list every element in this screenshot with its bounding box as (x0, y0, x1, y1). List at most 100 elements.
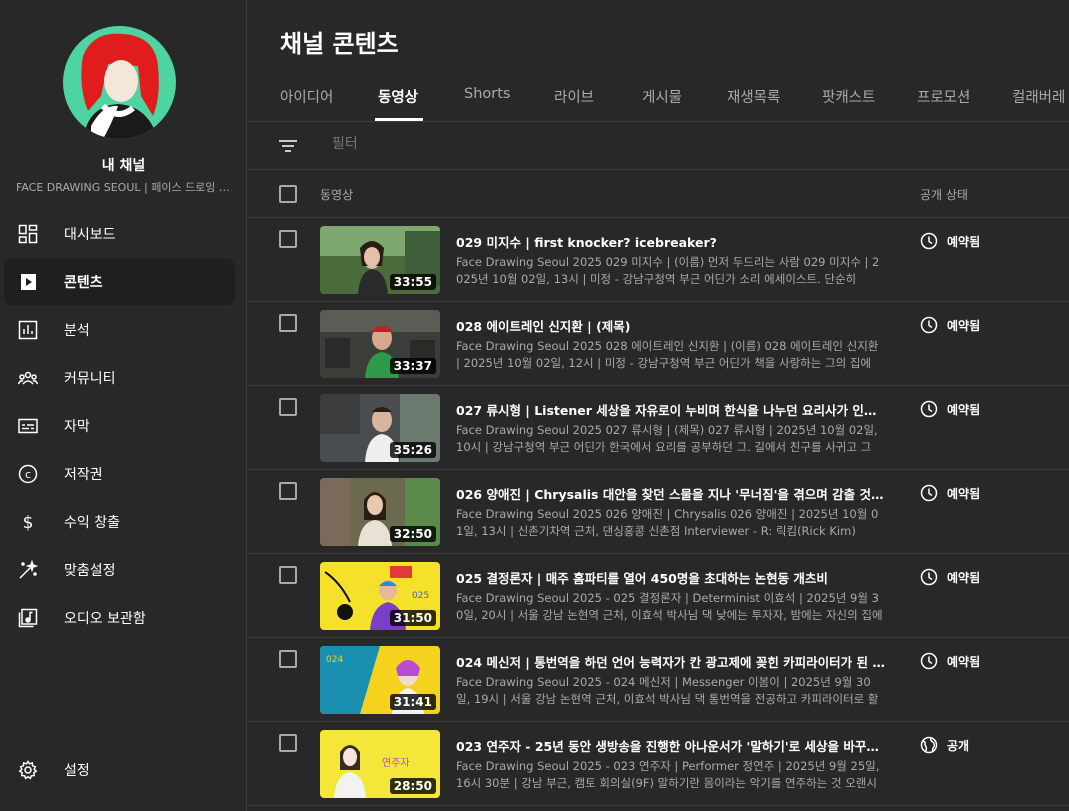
sidebar-item-label: 저작권 (64, 467, 103, 483)
video-title[interactable]: 029 미지수 | first knocker? icebreaker? (456, 232, 886, 251)
video-thumbnail[interactable]: 024 31:41 (320, 646, 440, 714)
select-all-checkbox[interactable] (279, 185, 297, 203)
row-checkbox[interactable] (279, 398, 297, 416)
page-title: 채널 콘텐츠 (280, 30, 399, 58)
video-title[interactable]: 024 메신저 | 통번역을 하던 언어 능력자가 칸 광고제에 꽂힌 카피라이… (456, 652, 886, 671)
sidebar: 내 채널 FACE DRAWING SEOUL | 페이스 드로잉 서울 대시보… (0, 0, 247, 811)
sidebar-item-copyright[interactable]: c 저작권 (4, 451, 235, 497)
tab-shorts[interactable]: Shorts (464, 86, 510, 102)
sidebar-item-label: 수익 창출 (64, 515, 120, 531)
filter-bar (248, 122, 1069, 170)
visibility-status[interactable]: 공개 (920, 736, 969, 754)
svg-text:025: 025 (412, 591, 429, 601)
row-checkbox[interactable] (279, 230, 297, 248)
visibility-label: 예약됨 (947, 654, 981, 669)
sidebar-item-label: 대시보드 (64, 227, 116, 243)
clock-icon (920, 316, 938, 334)
tab-posts[interactable]: 게시물 (642, 86, 682, 107)
visibility-status[interactable]: 예약됨 (920, 232, 980, 250)
sidebar-item-analytics[interactable]: 분석 (4, 307, 235, 353)
column-header-video: 동영상 (320, 188, 354, 202)
tab-live[interactable]: 라이브 (554, 86, 594, 107)
sidebar-item-label: 설정 (64, 763, 90, 779)
subtitles-icon (18, 418, 38, 434)
row-checkbox[interactable] (279, 566, 297, 584)
sidebar-item-label: 맞춤설정 (64, 563, 116, 579)
sidebar-item-customization[interactable]: 맞춤설정 (4, 547, 235, 593)
clock-icon (920, 652, 938, 670)
video-duration: 35:26 (389, 442, 436, 458)
sidebar-item-audio-library[interactable]: 오디오 보관함 (4, 595, 235, 641)
tab-playlists[interactable]: 재생목록 (727, 86, 780, 107)
sidebar-item-settings[interactable]: 설정 (4, 747, 235, 793)
filter-icon[interactable] (278, 136, 298, 156)
video-duration: 33:55 (389, 274, 436, 290)
sidebar-item-label: 콘텐츠 (64, 275, 103, 291)
clock-icon (920, 400, 938, 418)
table-row[interactable]: 연주자 28:50 023 연주자 - 25년 동안 생방송을 진행한 아나운서… (248, 722, 1069, 806)
video-description: Face Drawing Seoul 2025 027 류시형 | (제목) 0… (456, 423, 878, 454)
analytics-icon (18, 320, 38, 340)
svg-text:$: $ (23, 513, 34, 532)
video-title[interactable]: 026 양애진 | Chrysalis 대안을 찾던 스물을 지나 '무너짐'을… (456, 484, 886, 503)
video-duration: 33:37 (389, 358, 436, 374)
table-row[interactable]: 35:26 027 류시형 | Listener 세상을 자유로이 누비며 한식… (248, 386, 1069, 470)
customization-icon (19, 560, 38, 579)
dashboard-icon (18, 224, 38, 244)
tab-ideas[interactable]: 아이디어 (280, 86, 333, 107)
tab-podcasts[interactable]: 팟캐스트 (822, 86, 875, 107)
filter-input[interactable] (332, 135, 632, 151)
table-row[interactable]: 33:55 029 미지수 | first knocker? icebreake… (248, 218, 1069, 302)
channel-avatar[interactable] (63, 26, 176, 139)
video-description: Face Drawing Seoul 2025 - 024 메신저 | Mess… (456, 675, 879, 706)
table-row[interactable]: 32:50 026 양애진 | Chrysalis 대안을 찾던 스물을 지나 … (248, 470, 1069, 554)
row-checkbox[interactable] (279, 482, 297, 500)
tab-promotions[interactable]: 프로모션 (917, 86, 970, 107)
community-icon (18, 371, 38, 385)
column-header-visibility: 공개 상태 (920, 188, 968, 202)
table-row[interactable]: 025 31:50 025 결정론자 | 매주 홈파티를 열어 450명을 초대… (248, 554, 1069, 638)
video-thumbnail[interactable]: 33:55 (320, 226, 440, 294)
copyright-icon: c (18, 464, 38, 484)
row-checkbox[interactable] (279, 650, 297, 668)
video-thumbnail[interactable]: 연주자 28:50 (320, 730, 440, 798)
sidebar-item-label: 자막 (64, 419, 90, 435)
table-row[interactable]: 024 31:41 024 메신저 | 통번역을 하던 언어 능력자가 칸 광고… (248, 638, 1069, 722)
visibility-status[interactable]: 예약됨 (920, 652, 980, 670)
svg-text:c: c (25, 468, 31, 481)
visibility-label: 예약됨 (947, 318, 981, 333)
tab-videos[interactable]: 동영상 (378, 86, 418, 107)
video-thumbnail[interactable]: 33:37 (320, 310, 440, 378)
sidebar-item-subtitles[interactable]: 자막 (4, 403, 235, 449)
sidebar-item-community[interactable]: 커뮤니티 (4, 355, 235, 401)
content-icon (18, 272, 36, 292)
visibility-status[interactable]: 예약됨 (920, 484, 980, 502)
video-title[interactable]: 025 결정론자 | 매주 홈파티를 열어 450명을 초대하는 논현동 개츠비 (456, 568, 886, 587)
row-checkbox[interactable] (279, 734, 297, 752)
sidebar-item-monetization[interactable]: $ 수익 창출 (4, 499, 235, 545)
video-description: Face Drawing Seoul 2025 026 양애진 | Chrysa… (456, 507, 879, 538)
visibility-status[interactable]: 예약됨 (920, 316, 980, 334)
video-duration: 28:50 (389, 778, 436, 794)
video-thumbnail[interactable]: 35:26 (320, 394, 440, 462)
table-row[interactable]: 33:37 028 에이트레인 신지환 | (제목) Face Drawing … (248, 302, 1069, 386)
tab-collaborations[interactable]: 컬래버레 (1012, 86, 1065, 107)
video-title[interactable]: 027 류시형 | Listener 세상을 자유로이 누비며 한식을 나누던 … (456, 400, 886, 419)
video-title[interactable]: 028 에이트레인 신지환 | (제목) (456, 316, 886, 335)
sidebar-item-dashboard[interactable]: 대시보드 (4, 211, 235, 257)
active-tab-indicator (375, 118, 423, 121)
sidebar-item-content[interactable]: 콘텐츠 (4, 259, 235, 305)
video-description: Face Drawing Seoul 2025 029 미지수 | (이름) 먼… (456, 255, 880, 286)
visibility-label: 예약됨 (947, 486, 981, 501)
visibility-label: 예약됨 (947, 402, 981, 417)
video-thumbnail[interactable]: 32:50 (320, 478, 440, 546)
row-checkbox[interactable] (279, 314, 297, 332)
visibility-status[interactable]: 예약됨 (920, 568, 980, 586)
sidebar-item-label: 커뮤니티 (64, 371, 116, 387)
globe-icon (920, 736, 938, 754)
video-title[interactable]: 023 연주자 - 25년 동안 생방송을 진행한 아나운서가 '말하기'로 세… (456, 736, 886, 755)
visibility-status[interactable]: 예약됨 (920, 400, 980, 418)
svg-text:024: 024 (326, 655, 343, 665)
video-thumbnail[interactable]: 025 31:50 (320, 562, 440, 630)
visibility-label: 공개 (947, 738, 970, 753)
